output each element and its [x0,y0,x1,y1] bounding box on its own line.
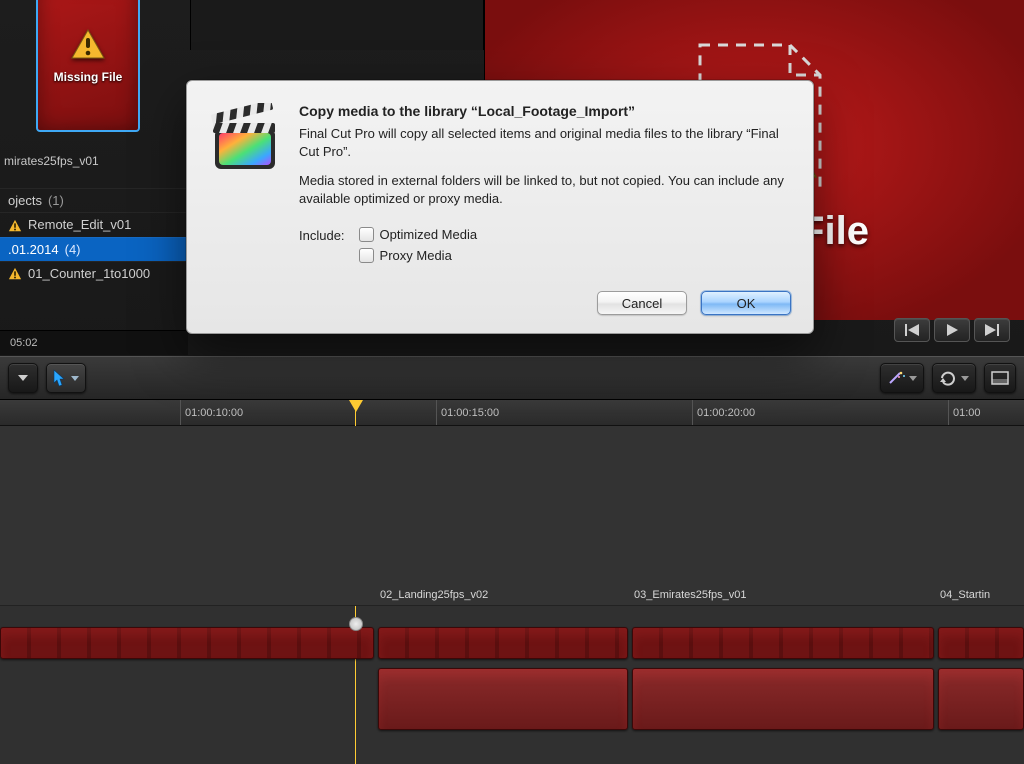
audio-track[interactable] [0,664,1024,736]
prev-edit-button[interactable] [894,318,930,342]
sidebar-duration: 05:02 [0,330,188,355]
dialog-paragraph: Media stored in external folders will be… [299,172,791,207]
toolbar-dropdown[interactable] [8,363,38,393]
ruler-tick: 01:00:20:00 [692,400,755,425]
checkbox[interactable] [359,227,374,242]
final-cut-pro-app-icon [209,103,281,175]
dialog-title: Copy media to the library “Local_Footage… [299,103,791,119]
next-edit-button[interactable] [974,318,1010,342]
timeline-toolbar [0,356,1024,400]
timeline-audio-clip[interactable] [632,668,934,730]
retime-button[interactable] [932,363,976,393]
thumbnail-label: Missing File [54,70,123,84]
thumbnail-caption: mirates25fps_v01 [4,154,99,168]
sidebar-item-count: (1) [48,193,64,208]
ok-button[interactable]: OK [701,291,791,315]
ruler-tick: 01:00 [948,400,981,425]
sidebar-item-label: ojects [8,193,42,208]
clip-appearance-button[interactable] [984,363,1016,393]
timeline-clip[interactable] [938,627,1024,659]
include-label: Include: [299,227,345,243]
timeline[interactable]: 01:00:10:00 01:00:15:00 01:00:20:00 01:0… [0,400,1024,764]
sidebar-item-label: Remote_Edit_v01 [28,217,131,232]
warning-icon [8,217,22,233]
checkbox-label: Optimized Media [380,227,478,242]
timeline-clip[interactable] [632,627,934,659]
clip-name: 04_Startin [940,589,990,601]
sidebar-item-label: .01.2014 [8,242,59,257]
sidebar-item-date-folder[interactable]: .01.2014 (4) [0,237,188,261]
copy-media-dialog: Copy media to the library “Local_Footage… [186,80,814,334]
effects-wand-button[interactable] [880,363,924,393]
warning-icon [8,266,22,282]
cancel-button[interactable]: Cancel [597,291,687,315]
ruler-tick: 01:00:15:00 [436,400,499,425]
checkbox-label: Proxy Media [380,248,452,263]
ruler-tick: 01:00:10:00 [180,400,243,425]
timeline-ruler[interactable]: 01:00:10:00 01:00:15:00 01:00:20:00 01:0… [0,400,1024,426]
sidebar-item-label: 01_Counter_1to1000 [28,266,150,281]
clip-name: 02_Landing25fps_v02 [380,589,488,601]
sidebar-item-remote-edit[interactable]: Remote_Edit_v01 [0,212,188,237]
timeline-empty-area[interactable] [0,426,1024,606]
sidebar-item-projects[interactable]: ojects (1) [0,188,188,212]
timeline-audio-clip[interactable] [938,668,1024,730]
clip-label-row: 02_Landing25fps_v02 03_Emirates25fps_v01… [0,606,1024,624]
library-sidebar[interactable]: ojects (1) Remote_Edit_v01 .01.2014 (4) … [0,188,188,285]
checkbox[interactable] [359,248,374,263]
player-controls [894,318,1010,342]
timeline-clip[interactable] [0,627,374,659]
browser-thumbnail-missing[interactable]: Missing File [36,0,140,132]
play-button[interactable] [934,318,970,342]
sidebar-item-count: (4) [65,242,81,257]
select-tool-button[interactable] [46,363,86,393]
edit-point-handle[interactable] [349,617,363,631]
warning-icon [71,29,105,64]
proxy-media-checkbox-row[interactable]: Proxy Media [359,248,478,263]
timeline-audio-clip[interactable] [378,668,628,730]
filmstrip-header [190,0,484,50]
timeline-clip[interactable] [378,627,628,659]
video-track[interactable] [0,624,1024,664]
optimized-media-checkbox-row[interactable]: Optimized Media [359,227,478,242]
sidebar-item-counter-clip[interactable]: 01_Counter_1to1000 [0,261,188,286]
dialog-paragraph: Final Cut Pro will copy all selected ite… [299,125,791,160]
clip-name: 03_Emirates25fps_v01 [634,589,747,601]
